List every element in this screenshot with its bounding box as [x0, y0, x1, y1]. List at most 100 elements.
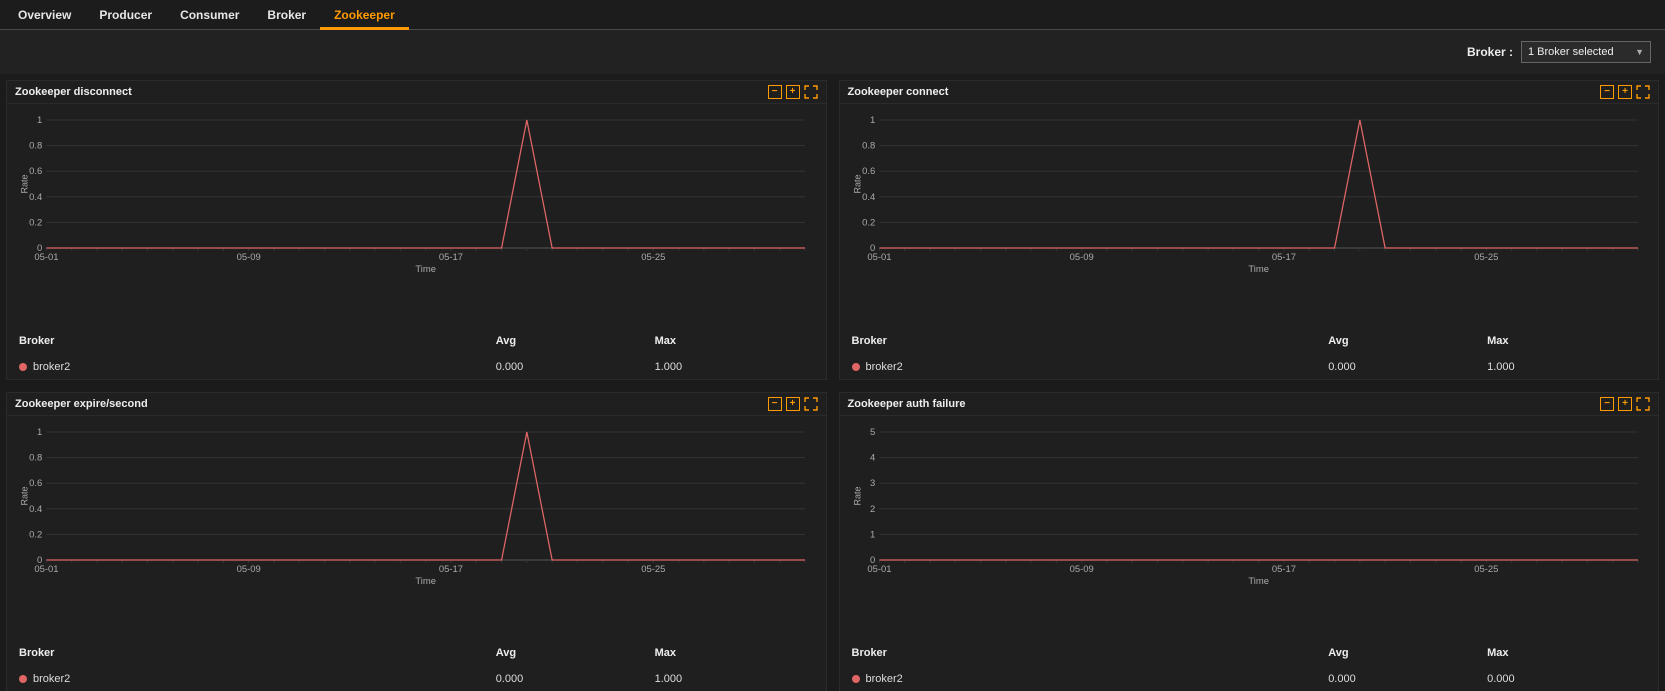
- svg-text:5: 5: [869, 427, 874, 437]
- panel-title: Zookeeper disconnect: [15, 86, 132, 98]
- tab-broker[interactable]: Broker: [253, 0, 320, 30]
- tab-producer[interactable]: Producer: [85, 0, 166, 30]
- svg-text:2: 2: [869, 504, 874, 514]
- series-color-dot: [19, 363, 27, 371]
- stats-col-avg: Avg: [1328, 335, 1487, 347]
- panel-header: Zookeeper expire/second − +: [7, 393, 826, 416]
- tab-bar: Overview Producer Consumer Broker Zookee…: [0, 0, 1665, 30]
- collapse-icon[interactable]: −: [1600, 85, 1614, 99]
- stats-header: Broker Avg Max: [7, 327, 826, 353]
- chart-area[interactable]: 00.20.40.60.8105-0105-0905-1705-25RateTi…: [17, 114, 816, 327]
- svg-text:05-17: 05-17: [439, 564, 463, 574]
- tab-overview[interactable]: Overview: [4, 0, 85, 30]
- svg-text:0.4: 0.4: [29, 192, 42, 202]
- broker-filter-label: Broker :: [1467, 45, 1513, 59]
- chart-panel: Zookeeper connect − + 00.20.40.60.8105-0…: [839, 80, 1660, 380]
- svg-text:05-25: 05-25: [641, 252, 665, 262]
- chart-area[interactable]: 00.20.40.60.8105-0105-0905-1705-25RateTi…: [17, 426, 816, 639]
- expand-icon[interactable]: [1636, 85, 1650, 99]
- stats-col-avg: Avg: [496, 647, 655, 659]
- stats-header: Broker Avg Max: [840, 639, 1659, 665]
- broker-select-value: 1 Broker selected: [1528, 46, 1614, 58]
- panel-title: Zookeeper auth failure: [848, 398, 966, 410]
- panel-grid: Zookeeper disconnect − + 00.20.40.60.810…: [0, 74, 1665, 691]
- stats-max-value: 1.000: [655, 673, 814, 685]
- stats-col-avg: Avg: [1328, 647, 1487, 659]
- svg-text:3: 3: [869, 478, 874, 488]
- stats-col-max: Max: [1487, 335, 1646, 347]
- svg-text:0.6: 0.6: [862, 166, 875, 176]
- svg-text:05-01: 05-01: [867, 252, 891, 262]
- svg-text:Rate: Rate: [19, 487, 29, 506]
- svg-text:05-09: 05-09: [1069, 564, 1093, 574]
- expand-icon[interactable]: [804, 85, 818, 99]
- svg-text:05-01: 05-01: [34, 564, 58, 574]
- svg-text:1: 1: [869, 530, 874, 540]
- svg-text:0.6: 0.6: [29, 166, 42, 176]
- series-color-dot: [852, 675, 860, 683]
- stats-row: broker2 0.000 1.000: [840, 353, 1659, 379]
- stats-broker-name: broker2: [33, 361, 70, 373]
- collapse-icon[interactable]: −: [1600, 397, 1614, 411]
- stats-col-max: Max: [655, 647, 814, 659]
- add-icon[interactable]: +: [1618, 85, 1632, 99]
- stats-avg-value: 0.000: [1328, 361, 1487, 373]
- svg-text:0.2: 0.2: [29, 530, 42, 540]
- chart-panel: Zookeeper auth failure − + 01234505-0105…: [839, 392, 1660, 691]
- svg-text:0.4: 0.4: [29, 504, 42, 514]
- svg-text:0.6: 0.6: [29, 478, 42, 488]
- series-color-dot: [852, 363, 860, 371]
- panel-header: Zookeeper auth failure − +: [840, 393, 1659, 416]
- add-icon[interactable]: +: [786, 85, 800, 99]
- svg-text:05-25: 05-25: [1474, 564, 1498, 574]
- stats-avg-value: 0.000: [496, 361, 655, 373]
- svg-text:0.8: 0.8: [29, 141, 42, 151]
- svg-text:05-09: 05-09: [1069, 252, 1093, 262]
- svg-text:4: 4: [869, 453, 874, 463]
- expand-icon[interactable]: [804, 397, 818, 411]
- svg-text:1: 1: [869, 115, 874, 125]
- chart-area[interactable]: 01234505-0105-0905-1705-25RateTime: [850, 426, 1649, 639]
- chevron-down-icon: ▼: [1635, 47, 1644, 57]
- panel-header: Zookeeper connect − +: [840, 81, 1659, 104]
- svg-text:05-01: 05-01: [867, 564, 891, 574]
- svg-text:05-09: 05-09: [237, 252, 261, 262]
- panel-title: Zookeeper expire/second: [15, 398, 148, 410]
- stats-avg-value: 0.000: [496, 673, 655, 685]
- stats-avg-value: 0.000: [1328, 673, 1487, 685]
- chart-panel: Zookeeper expire/second − + 00.20.40.60.…: [6, 392, 827, 691]
- stats-max-value: 0.000: [1487, 673, 1646, 685]
- broker-select[interactable]: 1 Broker selected ▼: [1521, 41, 1651, 63]
- stats-col-broker: Broker: [852, 647, 1329, 659]
- svg-text:Rate: Rate: [852, 487, 862, 506]
- svg-text:Time: Time: [415, 264, 436, 274]
- stats-row: broker2 0.000 1.000: [7, 665, 826, 691]
- collapse-icon[interactable]: −: [768, 85, 782, 99]
- chart-area[interactable]: 00.20.40.60.8105-0105-0905-1705-25RateTi…: [850, 114, 1649, 327]
- stats-col-avg: Avg: [496, 335, 655, 347]
- stats-row: broker2 0.000 0.000: [840, 665, 1659, 691]
- svg-text:05-17: 05-17: [1271, 564, 1295, 574]
- tab-zookeeper[interactable]: Zookeeper: [320, 0, 409, 30]
- svg-text:05-01: 05-01: [34, 252, 58, 262]
- toolbar: Broker : 1 Broker selected ▼: [0, 30, 1665, 74]
- svg-text:0.4: 0.4: [862, 192, 875, 202]
- svg-text:05-25: 05-25: [641, 564, 665, 574]
- chart-panel: Zookeeper disconnect − + 00.20.40.60.810…: [6, 80, 827, 380]
- stats-col-broker: Broker: [19, 647, 496, 659]
- panel-title: Zookeeper connect: [848, 86, 949, 98]
- tab-consumer[interactable]: Consumer: [166, 0, 253, 30]
- svg-text:Time: Time: [1248, 264, 1269, 274]
- svg-text:Time: Time: [415, 576, 436, 586]
- svg-text:0.8: 0.8: [862, 141, 875, 151]
- expand-icon[interactable]: [1636, 397, 1650, 411]
- svg-text:05-17: 05-17: [1271, 252, 1295, 262]
- add-icon[interactable]: +: [786, 397, 800, 411]
- svg-text:1: 1: [37, 427, 42, 437]
- stats-header: Broker Avg Max: [840, 327, 1659, 353]
- svg-text:0.8: 0.8: [29, 453, 42, 463]
- svg-text:Time: Time: [1248, 576, 1269, 586]
- stats-max-value: 1.000: [655, 361, 814, 373]
- collapse-icon[interactable]: −: [768, 397, 782, 411]
- add-icon[interactable]: +: [1618, 397, 1632, 411]
